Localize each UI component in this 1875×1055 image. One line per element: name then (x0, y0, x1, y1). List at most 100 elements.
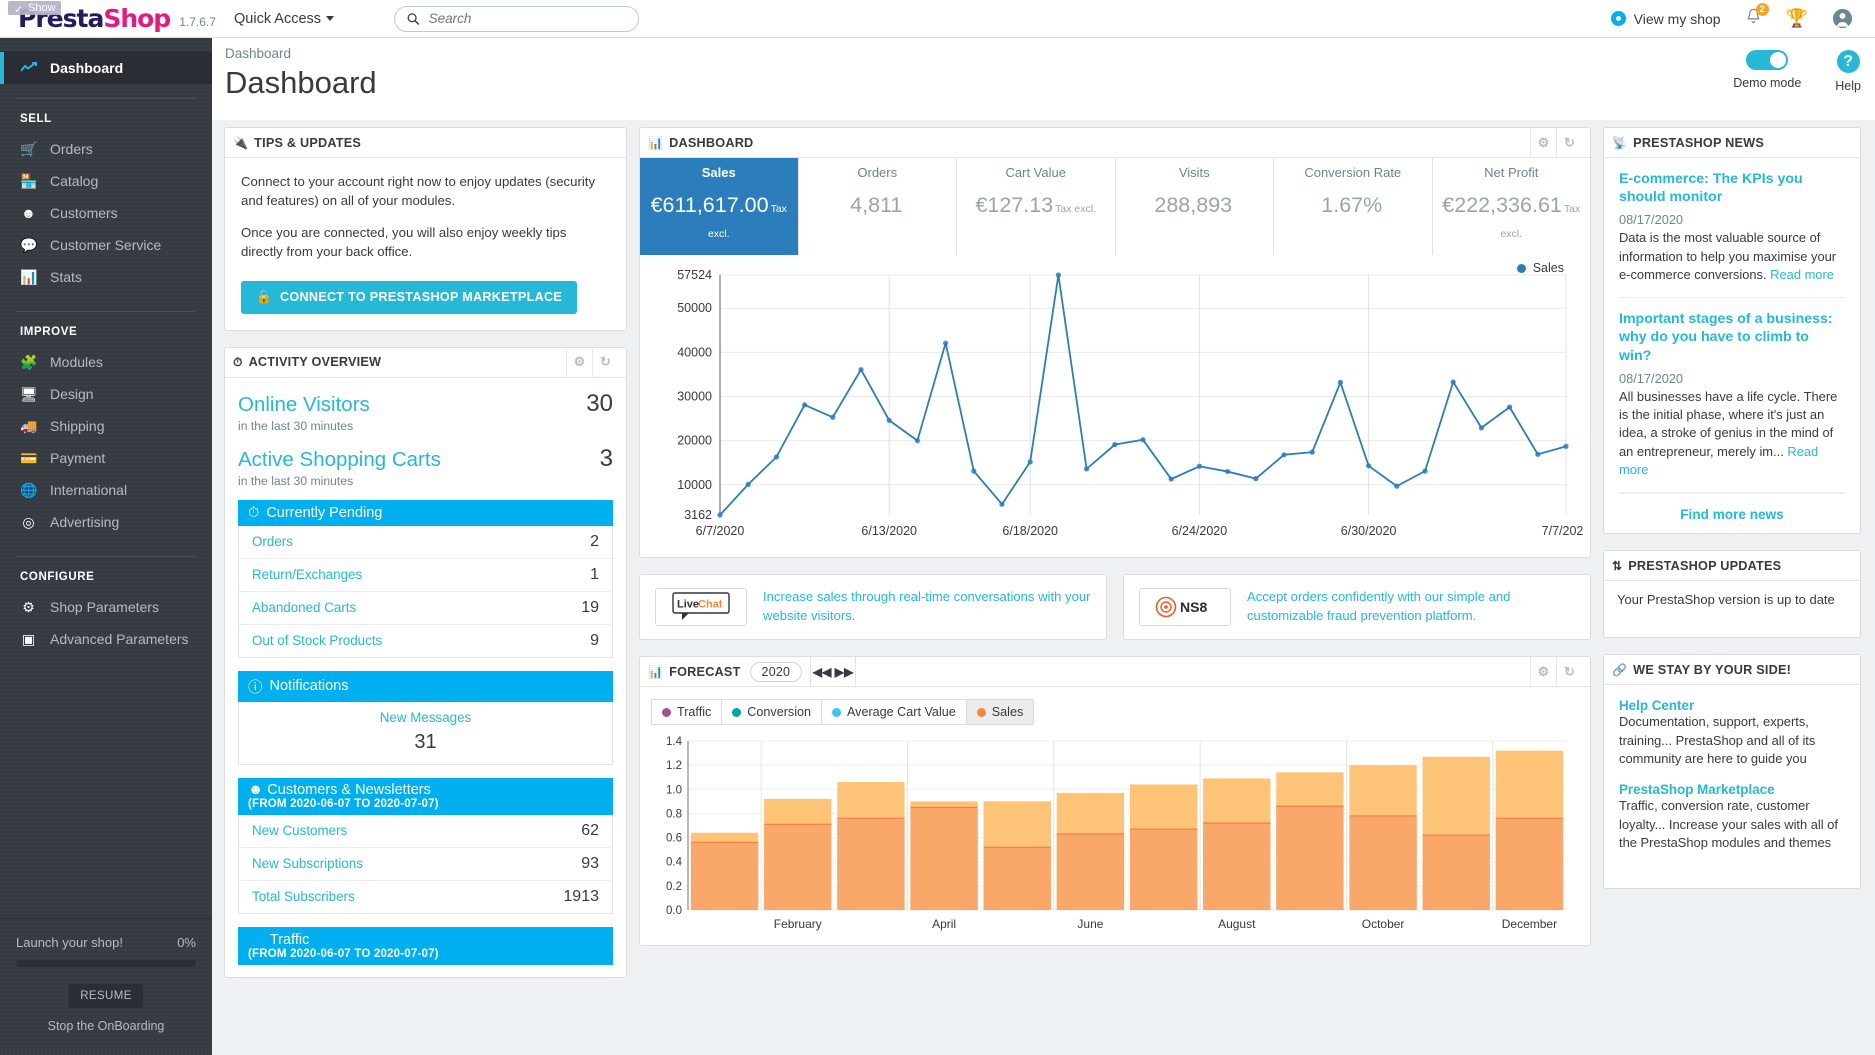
marketplace-text: Traffic, conversion rate, customer loyal… (1619, 797, 1845, 852)
dashboard-settings-button[interactable]: ⚙ (1530, 128, 1556, 157)
find-more-news-link[interactable]: Find more news (1619, 494, 1845, 525)
forecast-legend-traffic[interactable]: Traffic (651, 699, 722, 725)
bar-chart-icon: 📊 (20, 269, 37, 286)
forecast-refresh-button[interactable]: ↻ (1556, 657, 1582, 686)
new-messages-link[interactable]: New Messages (239, 710, 612, 725)
forecast-legend-sales[interactable]: Sales (966, 699, 1035, 725)
sidebar-item-modules[interactable]: 🧩 Modules (0, 346, 212, 378)
sidebar-item-design-label: Design (50, 386, 94, 402)
user-avatar-icon[interactable] (1832, 8, 1853, 29)
search-input[interactable] (429, 11, 626, 26)
person-icon: ☻ (248, 782, 263, 798)
active-carts-link[interactable]: Active Shopping Carts (238, 448, 441, 472)
forecast-prev-button[interactable]: ◀◀ (811, 665, 833, 679)
ns8-promo-banner[interactable]: NS8 Accept orders confidently with our s… (1123, 574, 1591, 640)
sidebar-item-customers[interactable]: ☻ Customers (0, 197, 212, 229)
quick-access-menu[interactable]: Quick Access (234, 11, 334, 27)
help-button[interactable]: ? Help (1835, 50, 1861, 93)
sidebar-group-title-sell: SELL (0, 99, 212, 133)
notification-count-badge: 2 (1756, 3, 1769, 16)
right-column: 📡 PRESTASHOP NEWS E-commerce: The KPIs y… (1603, 127, 1861, 905)
sidebar-item-dashboard[interactable]: Dashboard (0, 52, 212, 84)
list-item[interactable]: Abandoned Carts 19 (239, 592, 612, 625)
pending-returns-link[interactable]: Return/Exchanges (252, 567, 362, 582)
kpi-net-profit[interactable]: Net Profit €222,336.61Tax excl. (1433, 158, 1591, 255)
sales-line-chart[interactable]: Sales 3162100002000030000400005000057524… (640, 255, 1590, 557)
tips-and-updates-card: 🔌 TIPS & UPDATES Connect to your account… (224, 127, 627, 331)
view-my-shop-button[interactable]: View my shop (1611, 11, 1721, 27)
forecast-settings-button[interactable]: ⚙ (1530, 657, 1556, 686)
forecast-bar-chart[interactable]: 0.00.20.40.60.81.01.21.4FebruaryAprilJun… (640, 733, 1590, 945)
livechat-promo-banner[interactable]: Live Chat Increase sales through real-ti… (639, 574, 1107, 640)
list-item[interactable]: New Customers 62 (239, 815, 612, 848)
pending-orders-link[interactable]: Orders (252, 534, 293, 549)
trophy-icon[interactable]: 🏆 (1786, 8, 1808, 29)
we-stay-by-your-side-card: 🔗 WE STAY BY YOUR SIDE! Help Center Docu… (1603, 654, 1861, 889)
help-label: Help (1835, 79, 1861, 93)
show-badge[interactable]: ✓ Show (8, 1, 61, 15)
kpi-orders[interactable]: Orders 4,811 (799, 158, 958, 255)
sidebar-item-customer-service[interactable]: 💬 Customer Service (0, 229, 212, 261)
abandoned-carts-link[interactable]: Abandoned Carts (252, 600, 356, 615)
dashboard-refresh-button[interactable]: ↻ (1556, 128, 1582, 157)
forecast-legend-conversion[interactable]: Conversion (721, 699, 822, 725)
sidebar-item-advanced-parameters[interactable]: ▣ Advanced Parameters (0, 623, 212, 655)
list-item[interactable]: Total Subscribers 1913 (239, 881, 612, 913)
onboarding-resume-button[interactable]: RESUME (69, 984, 143, 1008)
forecast-next-button[interactable]: ▶▶ (833, 665, 855, 679)
onboarding-stop-link[interactable]: Stop the OnBoarding (16, 1019, 196, 1033)
bar-chart-icon: 📊 (648, 136, 663, 150)
new-subscriptions-link[interactable]: New Subscriptions (252, 856, 363, 871)
help-center-link[interactable]: Help Center (1619, 698, 1845, 713)
news-read-more-link[interactable]: Read more (1770, 267, 1834, 282)
sidebar-item-stats[interactable]: 📊 Stats (0, 261, 212, 293)
forecast-legend-conversion-label: Conversion (747, 705, 811, 719)
notifications-button[interactable]: 2 (1745, 8, 1762, 29)
out-of-stock-link[interactable]: Out of Stock Products (252, 633, 382, 648)
list-item[interactable]: Out of Stock Products 9 (239, 625, 612, 657)
svg-text:1.4: 1.4 (666, 736, 683, 748)
list-item[interactable]: Orders 2 (239, 526, 612, 559)
new-customers-link[interactable]: New Customers (252, 823, 347, 838)
svg-text:December: December (1502, 917, 1557, 931)
forecast-card: 📊 FORECAST 2020 ◀◀ ▶▶ ⚙ ↻ Traffic (639, 656, 1591, 946)
online-visitors-link[interactable]: Online Visitors (238, 393, 370, 417)
activity-refresh-button[interactable]: ↻ (592, 348, 618, 377)
kpi-sales[interactable]: Sales €611,617.00Tax excl. (640, 158, 799, 255)
toggle-switch[interactable] (1746, 50, 1788, 70)
total-subscribers-link[interactable]: Total Subscribers (252, 889, 355, 904)
sidebar-group-sell: 🛒 Orders 🏪 Catalog ☻ Customers 💬 Custome… (0, 133, 212, 297)
news-item-title[interactable]: E-commerce: The KPIs you should monitor (1619, 170, 1845, 206)
activity-settings-button[interactable]: ⚙ (566, 348, 592, 377)
kpi-conversion-rate[interactable]: Conversion Rate 1.67% (1274, 158, 1433, 255)
sidebar-item-advertising[interactable]: ◎ Advertising (0, 506, 212, 538)
sidebar-item-design[interactable]: 🖥 Design (0, 378, 212, 410)
sidebar-item-international[interactable]: 🌐 International (0, 474, 212, 506)
marketplace-link[interactable]: PrestaShop Marketplace (1619, 782, 1845, 797)
kpi-cart-value[interactable]: Cart Value €127.13Tax excl. (957, 158, 1116, 255)
news-item-title[interactable]: Important stages of a business: why do y… (1619, 310, 1845, 365)
sidebar-item-payment[interactable]: 💳 Payment (0, 442, 212, 474)
info-icon: ⓘ (248, 676, 263, 697)
connect-to-marketplace-button[interactable]: 🔓 CONNECT TO PRESTASHOP MARKETPLACE (241, 281, 577, 314)
kpi-net-profit-value: €222,336.61 (1442, 193, 1562, 217)
brand-logo[interactable]: PrestaShop 1.7.6.7 ✓ Show (0, 0, 212, 38)
demo-mode-toggle[interactable]: Demo mode (1733, 50, 1801, 93)
sidebar-item-shipping[interactable]: 🚚 Shipping (0, 410, 212, 442)
list-item[interactable]: New Subscriptions 93 (239, 848, 612, 881)
search-box[interactable] (394, 6, 639, 32)
svg-text:7/7/2020: 7/7/2020 (1542, 524, 1584, 538)
sidebar-item-catalog[interactable]: 🏪 Catalog (0, 165, 212, 197)
sidebar-item-orders[interactable]: 🛒 Orders (0, 133, 212, 165)
top-header-bar: PrestaShop 1.7.6.7 ✓ Show Quick Access V… (0, 0, 1875, 38)
svg-text:NS8: NS8 (1180, 599, 1207, 615)
list-item[interactable]: Return/Exchanges 1 (239, 559, 612, 592)
left-sidebar: « Dashboard SELL 🛒 Orders 🏪 Catalog ☻ Cu… (0, 0, 212, 1055)
onboarding-header: Launch your shop! 0% (16, 935, 196, 950)
forecast-year-pill[interactable]: 2020 (750, 662, 803, 682)
forecast-legend-average-cart-value[interactable]: Average Cart Value (821, 699, 967, 725)
sidebar-item-shop-parameters[interactable]: ⚙ Shop Parameters (0, 591, 212, 623)
kpi-visits[interactable]: Visits 288,893 (1116, 158, 1275, 255)
prestashop-news-card: 📡 PRESTASHOP NEWS E-commerce: The KPIs y… (1603, 127, 1861, 534)
onboarding-percent: 0% (177, 935, 196, 950)
